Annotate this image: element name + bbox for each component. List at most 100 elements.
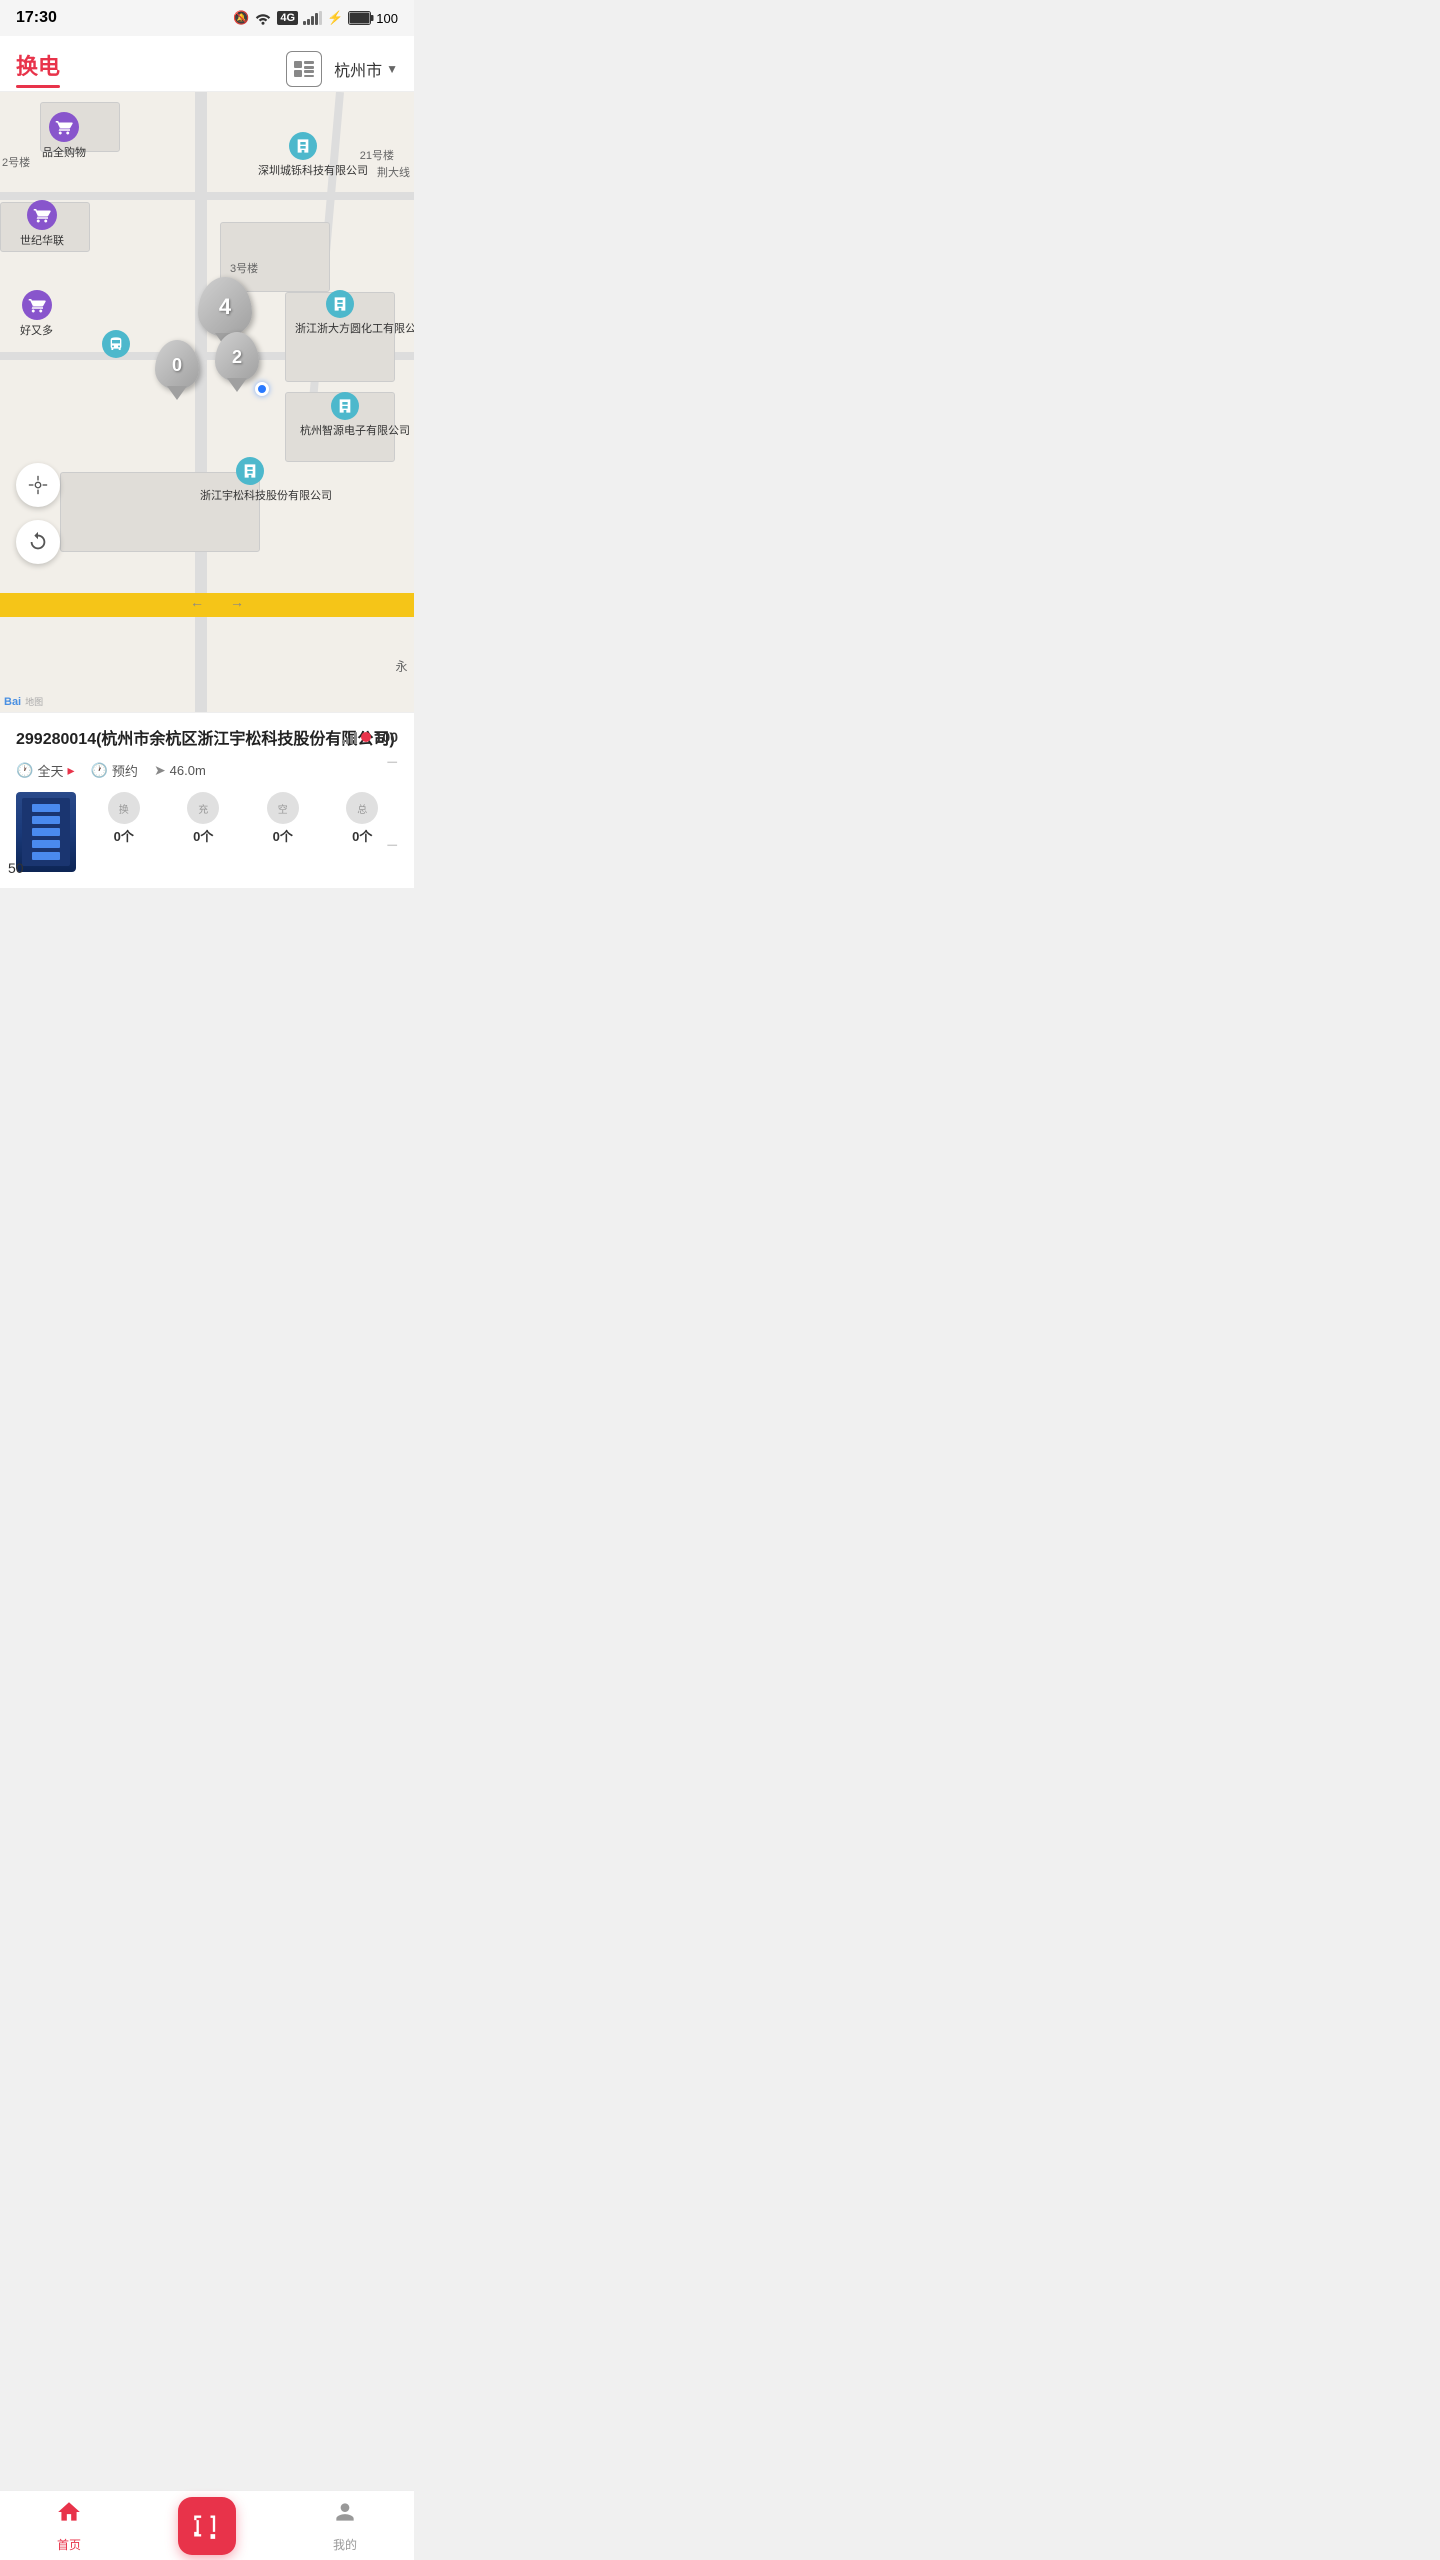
road-vertical-1: [195, 92, 207, 712]
dash-right: −: [386, 835, 398, 858]
cluster-pin-4[interactable]: 4: [198, 277, 252, 337]
reservation-item: 🕐 预约: [90, 761, 137, 780]
mine-label: 我的: [333, 2536, 357, 2553]
marker-hangzhou[interactable]: 杭州智源电子有限公司: [300, 392, 390, 438]
building-circle-ys: [236, 457, 264, 485]
poi-circle-sjhl: [27, 200, 57, 230]
slot-visual-4: [32, 840, 60, 848]
marker-label-zj: 浙江浙大方圆化工有限公司: [295, 320, 385, 336]
map-label-2hao: 2号楼: [2, 154, 30, 170]
marker-zhejiang[interactable]: 浙江浙大方圆化工有限公司: [295, 290, 385, 336]
cluster-num-4: 4: [219, 294, 231, 320]
station-inner: [22, 798, 70, 866]
poi-label-sjhl: 世纪华联: [20, 232, 64, 248]
main-road: [0, 593, 414, 617]
signal-badge: 100: [342, 729, 398, 745]
city-label: 杭州市: [334, 57, 382, 81]
signal-value: 100: [375, 729, 398, 745]
marker-shenzhen[interactable]: 深圳城铄科技有限公司: [258, 132, 348, 178]
home-icon: [56, 2499, 82, 2532]
poi-label-hyd: 好又多: [20, 322, 53, 338]
info-panel-right: 100 −: [342, 729, 398, 773]
poi-pqgw[interactable]: 品全购物: [42, 112, 86, 160]
hours-item: 🕐 全天 ▸: [16, 761, 74, 780]
slot-item-chong: 充 0个: [168, 792, 240, 845]
marker-label-ys: 浙江宇松科技股份有限公司: [200, 487, 300, 503]
scan-icon: [193, 2512, 221, 2540]
slot-count-kong: 0个: [273, 826, 293, 845]
open-indicator: ▸: [67, 762, 74, 779]
cluster-num-0: 0: [172, 355, 182, 376]
road-arrow-left: ←: [190, 594, 204, 610]
slot-item-kong: 空 0个: [247, 792, 319, 845]
map-container[interactable]: ← → 永 2号楼 21号楼 荆大线 3号楼 品全购物 世纪华联 好又多 深圳城…: [0, 92, 414, 712]
battery-text: 100: [376, 11, 398, 26]
error-dot: [361, 732, 371, 742]
header-title-wrap: 换电: [16, 49, 60, 88]
slots-grid: 换 0个 充 0个 空 0个 总 0个: [88, 792, 398, 845]
bus-icon: [108, 336, 124, 352]
hours-label: 全天: [37, 761, 63, 780]
city-selector[interactable]: 杭州市 ▼: [334, 57, 398, 81]
baidu-logo: Bai: [4, 696, 21, 708]
status-bar: 17:30 🔕 4G ⚡ 100: [0, 0, 414, 36]
slot-circle-zong: 总: [346, 792, 378, 824]
location-control-button[interactable]: [16, 463, 60, 507]
building-circle-sz: [289, 132, 317, 160]
list-view-button[interactable]: [286, 51, 322, 87]
road-arrow-right: →: [230, 594, 244, 610]
slot-visual-5: [32, 852, 60, 860]
poi-circle-pqgw: [49, 112, 79, 142]
grid-list-icon: [294, 61, 314, 77]
baidu-map-label: 地图: [25, 695, 43, 708]
header-title: 换电: [16, 49, 60, 81]
nav-home[interactable]: 首页: [0, 2499, 138, 2553]
road-horizontal-1: [0, 192, 414, 200]
poi-label-pqgw: 品全购物: [42, 144, 86, 160]
wifi-icon: [254, 11, 272, 25]
reservation-clock-icon: 🕐: [90, 762, 107, 779]
navigation-icon: ➤: [154, 762, 166, 779]
info-panel: 100 − 299280014(杭州市余杭区浙江宇松科技股份有限公司) 🕐 全天…: [0, 712, 414, 888]
cluster-pin-2[interactable]: 2: [215, 332, 259, 382]
cluster-pin-0[interactable]: 0: [155, 340, 199, 390]
marker-yusong[interactable]: 浙江宇松科技股份有限公司: [200, 457, 300, 503]
signal-strength-icon: [342, 730, 357, 744]
nav-mine[interactable]: 我的: [276, 2499, 414, 2553]
refresh-control-button[interactable]: [16, 520, 60, 564]
header-right: 杭州市 ▼: [286, 51, 398, 87]
map-label-21hao: 21号楼: [360, 147, 394, 163]
refresh-icon: [27, 531, 49, 553]
slot-count-zong: 0个: [352, 826, 372, 845]
building-circle-hz: [331, 392, 359, 420]
poi-hyd[interactable]: 好又多: [20, 290, 53, 338]
slot-count-huan: 0个: [114, 826, 134, 845]
slot-circle-chong: 充: [187, 792, 219, 824]
header: 换电 杭州市 ▼: [0, 36, 414, 92]
nav-center-wrapper: [138, 2497, 276, 2555]
distance-label: 46.0m: [170, 763, 206, 778]
profile-icon: [332, 2499, 358, 2532]
map-label-3hao: 3号楼: [230, 260, 258, 276]
battery-icon: [348, 11, 374, 25]
charging-icon: ⚡: [327, 10, 343, 26]
slot-visual-3: [32, 828, 60, 836]
signal-bars-icon: [303, 11, 322, 25]
header-underline: [16, 85, 60, 88]
bus-stop-marker[interactable]: [102, 330, 130, 358]
poi-circle-hyd: [22, 290, 52, 320]
cluster-num-2: 2: [232, 347, 242, 368]
user-location-dot: [255, 382, 269, 396]
status-time: 17:30: [16, 9, 57, 27]
battery-indicator: 100: [348, 11, 398, 26]
cluster-pin-body-4: 4: [198, 277, 252, 337]
cluster-pin-body-0: 0: [155, 340, 199, 390]
network-icon: 4G: [277, 11, 298, 25]
scan-button[interactable]: [178, 2497, 236, 2555]
status-icons: 🔕 4G ⚡ 100: [233, 10, 398, 26]
cluster-pin-body-2: 2: [215, 332, 259, 382]
slot-number-left: 50: [8, 860, 24, 876]
poi-sjhl[interactable]: 世纪华联: [20, 200, 64, 248]
crosshair-icon: [27, 474, 49, 496]
slot-item-huan: 换 0个: [88, 792, 160, 845]
